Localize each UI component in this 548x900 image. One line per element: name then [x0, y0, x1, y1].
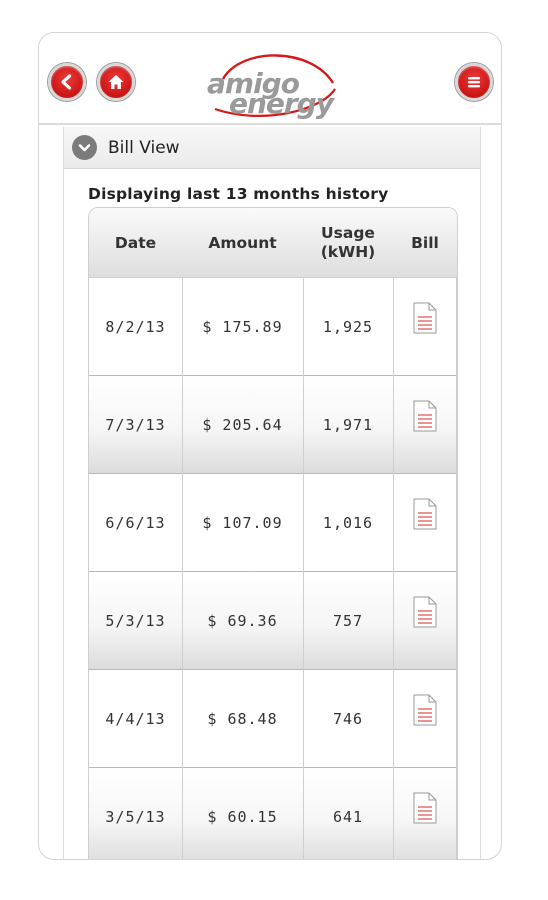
- column-divider: [456, 278, 457, 859]
- usage-cell: 641: [332, 807, 364, 826]
- column-divider: [182, 278, 183, 859]
- amount-cell: $ 107.09: [202, 513, 283, 532]
- column-divider: [393, 278, 394, 859]
- usage-header-label: Usage: [321, 224, 375, 242]
- table-row: 6/6/13 $ 107.09 1,016: [89, 474, 457, 572]
- usage-cell: 1,016: [322, 513, 374, 532]
- menu-button[interactable]: [455, 63, 493, 101]
- chevron-down-icon: [72, 135, 97, 160]
- bill-history-table: Date Amount Usage (kWH) Bill 8/2/13 $ 17…: [88, 207, 458, 859]
- date-cell: 8/2/13: [105, 317, 166, 336]
- menu-icon: [468, 77, 480, 88]
- date-cell: 4/4/13: [105, 709, 166, 728]
- home-icon: [108, 75, 124, 89]
- column-header-bill: Bill: [411, 233, 439, 252]
- bill-document-icon[interactable]: [393, 768, 457, 859]
- table-row: 8/2/13 $ 175.89 1,925: [89, 278, 457, 376]
- bill-document-icon[interactable]: [393, 670, 457, 767]
- table-row: 7/3/13 $ 205.64 1,971: [89, 376, 457, 474]
- table-header: Date Amount Usage (kWH) Bill: [89, 208, 457, 278]
- bill-document-icon[interactable]: [393, 474, 457, 571]
- bill-view-section-header[interactable]: Bill View: [64, 127, 480, 169]
- usage-header-unit: (kWH): [320, 243, 376, 261]
- column-divider: [303, 278, 304, 859]
- header-bar: amigo energy: [39, 33, 501, 125]
- app-frame: amigo energy Bill View Displaying last 1…: [38, 32, 502, 860]
- amount-cell: $ 68.48: [207, 709, 278, 728]
- column-header-amount: Amount: [208, 233, 277, 252]
- usage-cell: 1,971: [322, 415, 374, 434]
- date-cell: 3/5/13: [105, 807, 166, 826]
- history-label: Displaying last 13 months history: [88, 185, 389, 203]
- arrow-left-icon: [61, 74, 72, 90]
- logo-text-energy: energy: [229, 87, 336, 119]
- bill-document-icon[interactable]: [393, 376, 457, 473]
- usage-cell: 746: [332, 709, 364, 728]
- back-button[interactable]: [48, 63, 86, 101]
- column-header-date: Date: [114, 233, 157, 252]
- bill-document-icon[interactable]: [393, 278, 457, 375]
- amigo-energy-logo[interactable]: amigo energy: [201, 49, 341, 120]
- amount-cell: $ 175.89: [202, 317, 283, 336]
- amount-cell: $ 60.15: [207, 807, 278, 826]
- section-title: Bill View: [108, 137, 180, 158]
- date-cell: 7/3/13: [105, 415, 166, 434]
- table-row: 5/3/13 $ 69.36 757: [89, 572, 457, 670]
- bill-view-content: Bill View Displaying last 13 months hist…: [63, 127, 481, 859]
- table-row: 4/4/13 $ 68.48 746: [89, 670, 457, 768]
- date-cell: 6/6/13: [105, 513, 166, 532]
- table-row: 3/5/13 $ 60.15 641: [89, 768, 457, 859]
- usage-cell: 757: [332, 611, 364, 630]
- column-header-usage: Usage (kWH): [303, 208, 393, 278]
- amount-cell: $ 69.36: [207, 611, 278, 630]
- bill-document-icon[interactable]: [393, 572, 457, 669]
- amount-cell: $ 205.64: [202, 415, 283, 434]
- home-button[interactable]: [97, 63, 135, 101]
- date-cell: 5/3/13: [105, 611, 166, 630]
- usage-cell: 1,925: [322, 317, 374, 336]
